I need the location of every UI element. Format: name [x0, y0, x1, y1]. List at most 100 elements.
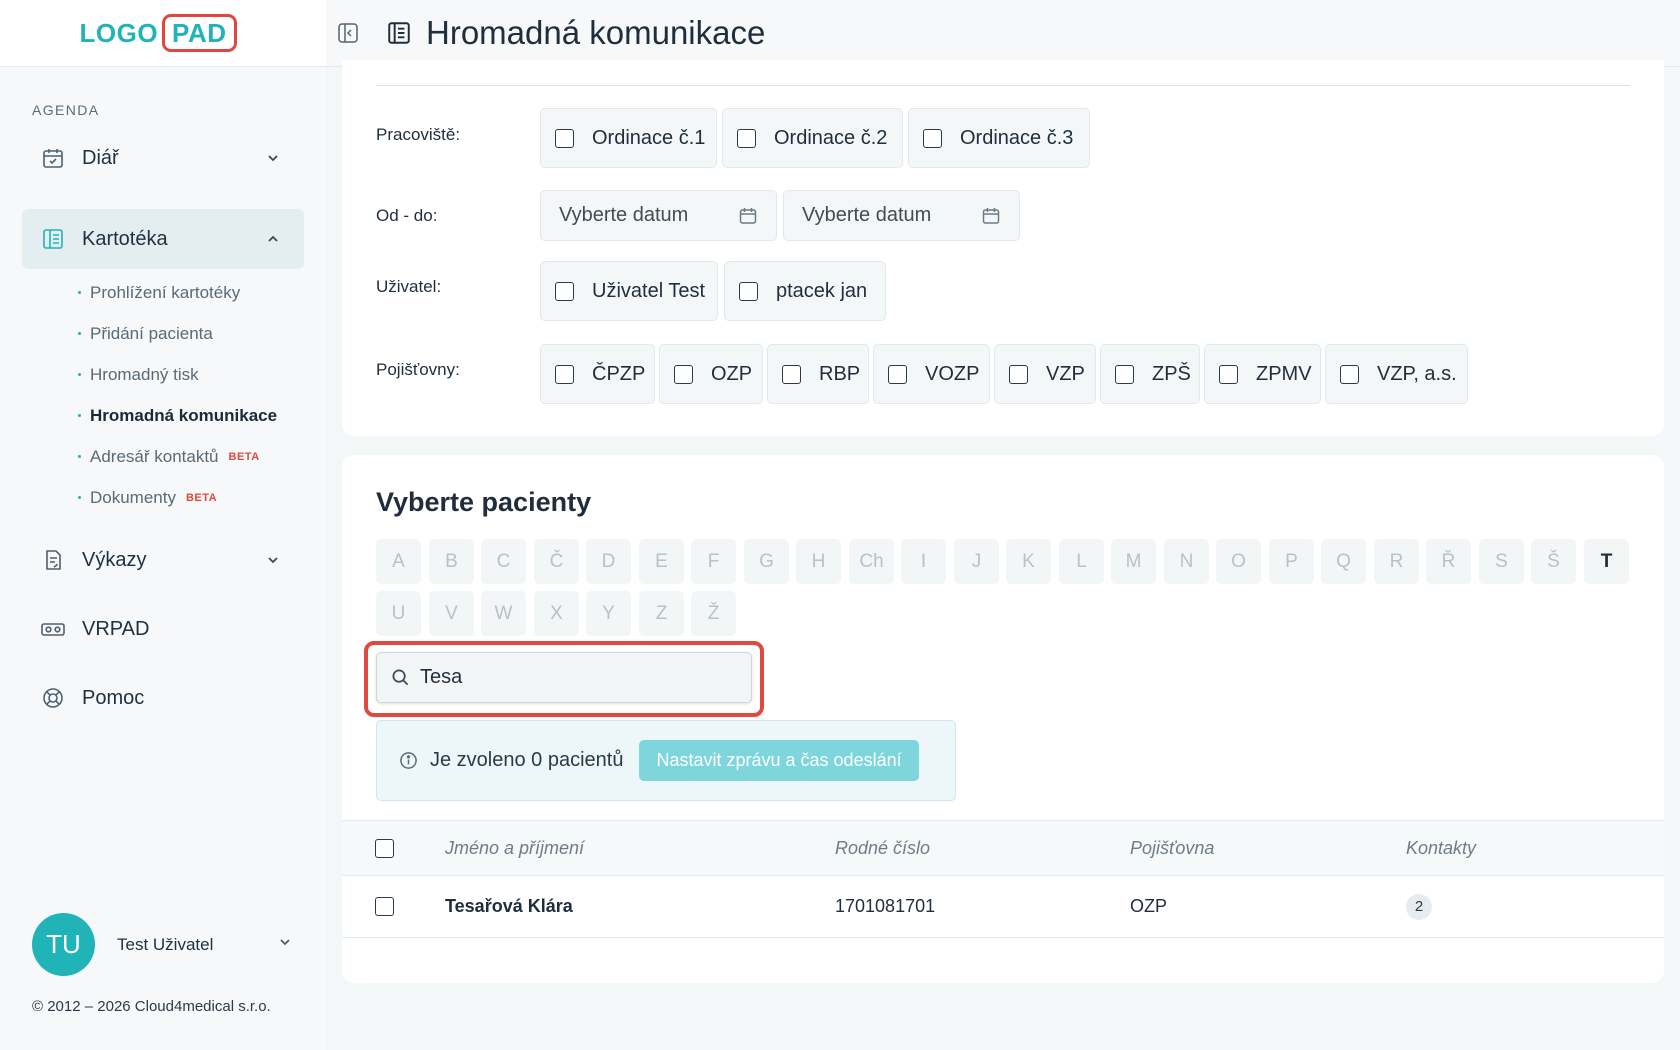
letter-filter-button[interactable]: P [1269, 539, 1314, 584]
letter-filter-button[interactable]: N [1164, 539, 1209, 584]
checkbox-insurance-vozp[interactable]: VOZP [873, 344, 990, 404]
letter-filter-button[interactable]: Ř [1426, 539, 1471, 584]
logo[interactable]: LOGO PAD [79, 14, 237, 52]
checkbox-label: RBP [819, 362, 861, 385]
letter-filter-button[interactable]: Y [586, 591, 631, 636]
date-to-input[interactable]: Vyberte datum [783, 190, 1020, 241]
letter-filter-button[interactable]: C [481, 539, 526, 584]
logo-text-a: LOGO [79, 17, 159, 48]
sidebar-item-label: Výkazy [82, 548, 147, 571]
checkbox-insurance-cpzp[interactable]: ČPZP [540, 344, 655, 404]
letter-filter-button[interactable]: G [744, 539, 789, 584]
search-value: Tesa [420, 666, 463, 688]
letter-filter-button[interactable]: K [1006, 539, 1051, 584]
checkbox-label: ZPŠ [1152, 362, 1191, 385]
checkbox-workplace-1[interactable]: Ordinace č.1 [540, 108, 717, 168]
collapse-sidebar-icon[interactable] [336, 21, 360, 45]
letter-filter-button[interactable]: T [1584, 539, 1629, 584]
letter-filter-button[interactable]: X [534, 591, 579, 636]
search-input[interactable]: Tesa [376, 652, 752, 703]
selection-count-text: Je zvoleno 0 pacientů [430, 749, 624, 771]
checkbox-label: Ordinace č.2 [774, 126, 888, 149]
date-placeholder: Vyberte datum [559, 204, 689, 226]
sidebar-item-vrpad[interactable]: VRPAD [22, 599, 304, 659]
sidebar-item-vykazy[interactable]: Výkazy [22, 530, 304, 590]
checkbox-user-1[interactable]: Uživatel Test [540, 261, 718, 321]
subnav-item-prohlizeni[interactable]: Prohlížení kartotéky [78, 272, 277, 313]
checkbox-insurance-zps[interactable]: ZPŠ [1100, 344, 1200, 404]
checkbox-user-2[interactable]: ptacek jan [724, 261, 886, 321]
select-all-checkbox[interactable] [375, 838, 394, 858]
sidebar-item-diar[interactable]: Diář [22, 128, 304, 188]
table-header: Jméno a příjmení Rodné číslo Pojišťovna … [342, 820, 1664, 876]
letter-filter-button[interactable]: V [429, 591, 474, 636]
beta-badge: BETA [228, 450, 260, 463]
section-title: Vyberte pacienty [376, 487, 592, 517]
letter-filter-button[interactable]: Š [1531, 539, 1576, 584]
checkbox-label: ptacek jan [776, 279, 868, 302]
user-menu[interactable]: TU Test Uživatel [32, 913, 292, 976]
letter-filter-button[interactable]: R [1374, 539, 1419, 584]
letter-filter-button[interactable]: Ž [691, 591, 736, 636]
sidebar-item-pomoc[interactable]: Pomoc [22, 668, 304, 728]
letter-filter-button[interactable]: F [691, 539, 736, 584]
subnav-item-hromadna-komunikace[interactable]: Hromadná komunikace [78, 395, 277, 436]
checkbox-workplace-2[interactable]: Ordinace č.2 [722, 108, 903, 168]
column-header-name[interactable]: Jméno a příjmení [445, 821, 584, 875]
checkbox-insurance-rbp[interactable]: RBP [767, 344, 869, 404]
patient-name[interactable]: Tesařová Klára [445, 876, 573, 937]
subnav-item-hromadny-tisk[interactable]: Hromadný tisk [78, 354, 277, 395]
letter-filter-button[interactable]: B [429, 539, 474, 584]
column-header-contacts[interactable]: Kontakty [1406, 821, 1476, 875]
checkbox-label: Uživatel Test [592, 279, 706, 302]
subnav-item-pridani[interactable]: Přidání pacienta [78, 313, 277, 354]
chevron-up-icon [264, 230, 282, 248]
set-message-button[interactable]: Nastavit zprávu a čas odeslání [639, 740, 919, 781]
calendar-icon [981, 206, 1001, 226]
checkbox-insurance-zpmv[interactable]: ZPMV [1204, 344, 1321, 404]
letter-filter-button[interactable]: A [376, 539, 421, 584]
letter-filter-button[interactable]: L [1059, 539, 1104, 584]
contacts-count-badge[interactable]: 2 [1406, 893, 1432, 920]
letter-filter-button[interactable]: O [1216, 539, 1261, 584]
letter-filter-button[interactable]: J [954, 539, 999, 584]
calendar-check-icon [40, 145, 66, 171]
checkbox-workplace-3[interactable]: Ordinace č.3 [908, 108, 1090, 168]
date-from-input[interactable]: Vyberte datum [540, 190, 777, 241]
letter-filter-button[interactable]: S [1479, 539, 1524, 584]
calendar-icon [738, 206, 758, 226]
letter-filter-button[interactable]: Z [639, 591, 684, 636]
filter-label-user: Uživatel: [376, 277, 442, 296]
column-header-birth-number[interactable]: Rodné číslo [835, 821, 930, 875]
letter-filter-button[interactable]: D [586, 539, 631, 584]
letter-filter-button[interactable]: Ch [849, 539, 894, 584]
letter-filter-button[interactable]: W [481, 591, 526, 636]
filters-card: Pracoviště: Ordinace č.1 Ordinace č.2 Or… [342, 60, 1664, 436]
checkbox-icon [555, 364, 574, 384]
letter-filter-button[interactable]: M [1111, 539, 1156, 584]
checkbox-icon [1219, 364, 1238, 384]
checkbox-icon [888, 364, 907, 384]
checkbox-icon [555, 128, 574, 148]
checkbox-label: VZP, a.s. [1377, 362, 1457, 385]
letter-filter-button[interactable]: U [376, 591, 421, 636]
checkbox-insurance-vzp-as[interactable]: VZP, a.s. [1325, 344, 1468, 404]
checkbox-icon [1115, 364, 1134, 384]
sidebar-item-kartoteka[interactable]: Kartotéka [22, 209, 304, 269]
letter-filter-button[interactable]: Q [1321, 539, 1366, 584]
column-header-insurance[interactable]: Pojišťovna [1130, 821, 1214, 875]
subnav-item-adresar[interactable]: Adresář kontaktů BETA [78, 436, 277, 477]
checkbox-insurance-vzp[interactable]: VZP [994, 344, 1096, 404]
table-row[interactable]: Tesařová Klára 1701081701 OZP 2 [342, 876, 1664, 938]
letter-filter-button[interactable]: H [796, 539, 841, 584]
patient-birth-number: 1701081701 [835, 896, 936, 916]
subnav-item-dokumenty[interactable]: Dokumenty BETA [78, 477, 277, 518]
row-checkbox[interactable] [375, 897, 394, 916]
letter-filter-button[interactable]: Č [534, 539, 579, 584]
filter-label-workplace: Pracoviště: [376, 125, 461, 144]
letter-filter-button[interactable]: E [639, 539, 684, 584]
file-index-icon [40, 226, 66, 252]
contacts-cell: 2 [1406, 876, 1432, 937]
checkbox-insurance-ozp[interactable]: OZP [659, 344, 763, 404]
letter-filter-button[interactable]: I [901, 539, 946, 584]
